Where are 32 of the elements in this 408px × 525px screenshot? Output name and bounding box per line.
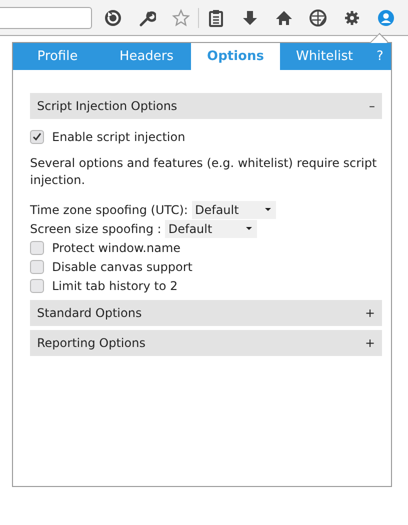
home-icon[interactable]: [275, 8, 293, 26]
section-header[interactable]: Reporting Options +: [30, 330, 382, 356]
dropdown[interactable]: Default: [192, 200, 276, 218]
toggle-sign[interactable]: +: [364, 306, 375, 320]
wrench-icon[interactable]: [138, 8, 156, 26]
section-title: Standard Options: [37, 306, 142, 320]
section-title: Script Injection Options: [37, 99, 178, 113]
clipboard-icon[interactable]: [207, 8, 225, 26]
toggle-sign[interactable]: +: [364, 336, 375, 350]
checkbox-label[interactable]: Limit tab history to 2: [52, 278, 178, 292]
history-icon[interactable]: [104, 8, 122, 26]
checkbox-label[interactable]: Disable canvas support: [52, 260, 192, 274]
checkbox[interactable]: [30, 278, 44, 292]
select-label: Screen size spoofing :: [30, 222, 162, 236]
section-header[interactable]: Standard Options +: [30, 300, 382, 326]
download-icon[interactable]: [241, 8, 259, 26]
info-text: Several options and features (e.g. whitelist) require script injection.: [30, 155, 378, 189]
section-title: Reporting Options: [37, 336, 146, 350]
toggle-sign[interactable]: –: [369, 99, 375, 113]
checkbox[interactable]: [30, 260, 44, 274]
settings-icon[interactable]: [343, 8, 361, 26]
checkbox[interactable]: [30, 130, 44, 144]
star-icon[interactable]: [172, 8, 190, 26]
palette-icon[interactable]: [309, 8, 327, 26]
section-header[interactable]: Script Injection Options –: [30, 93, 382, 119]
address-field[interactable]: [0, 6, 92, 28]
checkbox-label[interactable]: Protect window.name: [52, 240, 181, 254]
user-icon[interactable]: [377, 8, 395, 26]
dropdown[interactable]: Default: [165, 220, 258, 238]
checkbox[interactable]: [30, 240, 44, 254]
checkbox-label[interactable]: Enable script injection: [52, 130, 186, 144]
select-label: Time zone spoofing (UTC):: [30, 202, 188, 216]
